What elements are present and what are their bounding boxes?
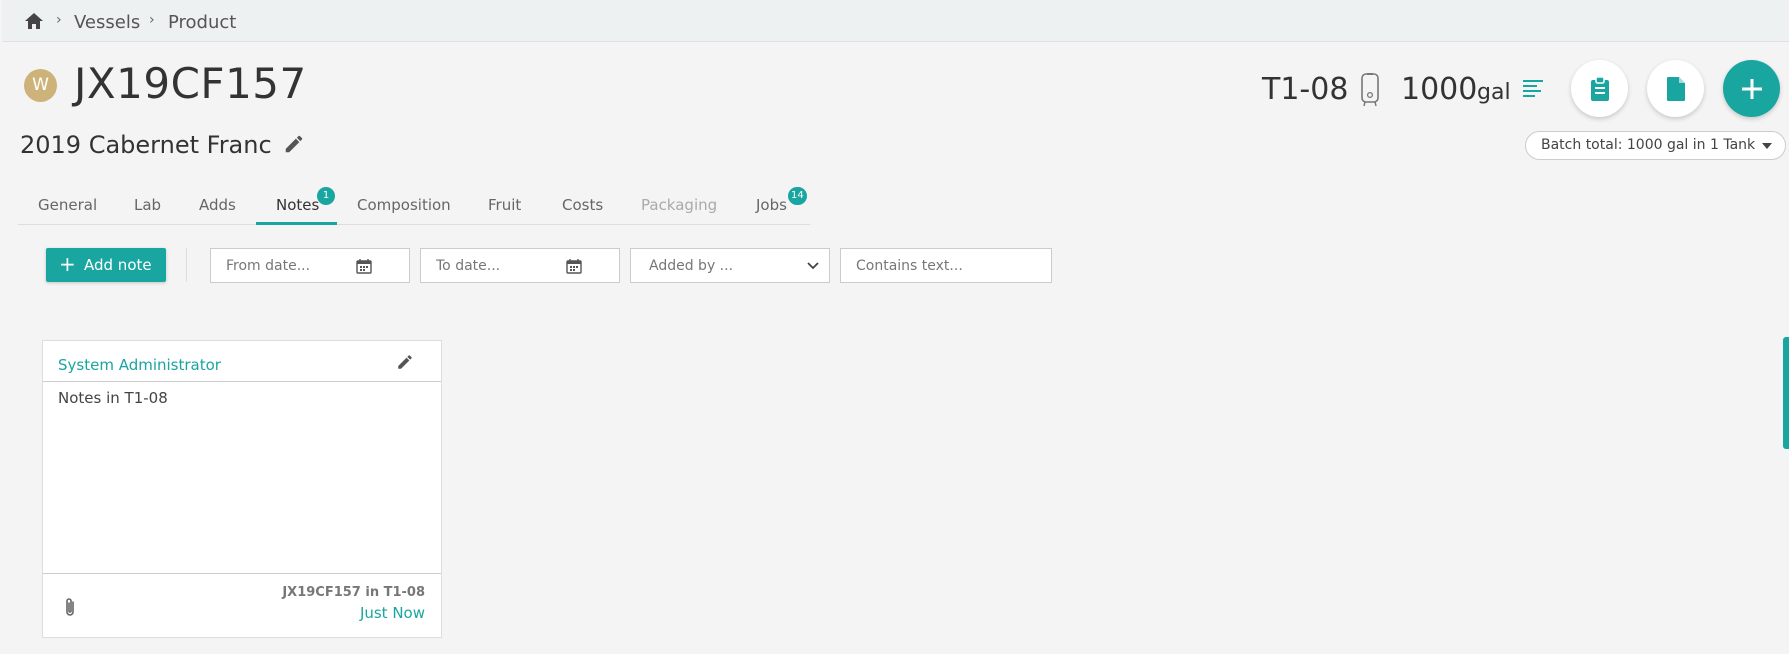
plus-icon [1742, 79, 1762, 99]
lines-icon[interactable] [1522, 79, 1544, 99]
divider [186, 248, 187, 282]
clipboard-icon [1591, 76, 1609, 101]
home-icon[interactable] [24, 12, 44, 30]
volume-value: 1000 [1401, 72, 1478, 107]
tab-notes[interactable]: Notes [276, 196, 319, 214]
breadcrumb-product[interactable]: Product [168, 12, 236, 33]
contains-text-input[interactable] [856, 249, 1046, 282]
chevron-down-icon [807, 262, 819, 270]
chevron-right-icon: › [149, 12, 155, 28]
tab-packaging: Packaging [641, 196, 718, 214]
product-name: 2019 Cabernet Franc [20, 131, 272, 159]
tab-fruit[interactable]: Fruit [488, 196, 521, 214]
to-date-field[interactable] [420, 248, 620, 283]
added-by-select[interactable]: Added by ... [630, 248, 830, 283]
winery-badge: W [24, 69, 57, 102]
tab-costs[interactable]: Costs [562, 196, 603, 214]
calendar-icon[interactable] [356, 258, 372, 274]
to-date-input[interactable] [436, 249, 566, 282]
added-by-placeholder: Added by ... [649, 258, 734, 274]
document-icon [1667, 77, 1685, 101]
plus-icon: + [59, 252, 76, 276]
volume-unit: gal [1477, 80, 1511, 105]
from-date-input[interactable] [226, 249, 356, 282]
chevron-right-icon: › [56, 12, 62, 28]
vessel-code[interactable]: T1-08 [1262, 72, 1348, 107]
calendar-icon[interactable] [566, 258, 582, 274]
batch-total-label: Batch total: 1000 gal in 1 Tank [1541, 137, 1756, 153]
note-timestamp: Just Now [359, 604, 425, 622]
caret-down-icon [1762, 143, 1772, 149]
note-reference: JX19CF157 in T1-08 [282, 585, 425, 600]
tab-adds[interactable]: Adds [199, 196, 236, 214]
tab-general[interactable]: General [38, 196, 97, 214]
note-card-footer: JX19CF157 in T1-08 Just Now [43, 573, 441, 637]
from-date-field[interactable] [210, 248, 410, 283]
edit-icon[interactable] [396, 353, 414, 371]
tab-jobs[interactable]: Jobs [756, 196, 787, 214]
batch-total-dropdown[interactable]: Batch total: 1000 gal in 1 Tank [1525, 131, 1786, 160]
breadcrumb-vessels[interactable]: Vessels [74, 12, 140, 33]
tank-icon [1361, 73, 1379, 107]
page-title: JX19CF157 [74, 59, 307, 108]
note-card: System Administrator Notes in T1-08 JX19… [42, 340, 442, 638]
tab-lab[interactable]: Lab [134, 196, 161, 214]
contains-text-field[interactable] [840, 248, 1052, 283]
note-text: Notes in T1-08 [58, 389, 168, 407]
active-tab-indicator [256, 222, 337, 225]
document-button[interactable] [1647, 60, 1704, 117]
note-author[interactable]: System Administrator [58, 356, 221, 374]
side-panel-handle[interactable] [1783, 337, 1789, 449]
tab-composition[interactable]: Composition [357, 196, 451, 214]
add-note-button[interactable]: + Add note [46, 248, 166, 282]
tab-bar: General Lab Adds Notes 1 Composition Fru… [18, 187, 810, 225]
add-button[interactable] [1723, 60, 1780, 117]
paperclip-icon[interactable] [63, 596, 77, 618]
notes-count-badge: 1 [317, 187, 335, 205]
breadcrumb: › Vessels › Product [2, 0, 1789, 42]
jobs-count-badge: 14 [788, 187, 807, 205]
clipboard-button[interactable] [1571, 60, 1628, 117]
pencil-icon[interactable] [283, 133, 305, 155]
add-note-label: Add note [84, 256, 152, 274]
note-card-header: System Administrator [43, 341, 441, 382]
